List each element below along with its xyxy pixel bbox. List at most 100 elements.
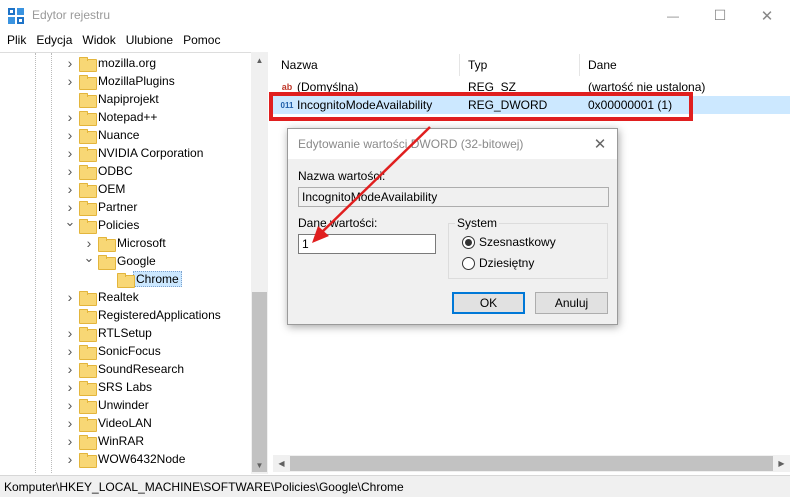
tree-item[interactable]: › ODBC [64, 162, 133, 180]
menu-favorites[interactable]: Ulubione [121, 31, 178, 51]
dialog-title-bar: Edytowanie wartości DWORD (32-bitowej) ✕ [288, 129, 617, 159]
tree-item[interactable]: › OEM [64, 180, 125, 198]
chevron-right-icon[interactable]: › [64, 144, 76, 162]
folder-icon [79, 398, 97, 414]
chevron-right-icon[interactable]: › [64, 450, 76, 468]
menu-edit[interactable]: Edycja [31, 31, 77, 51]
tree-item-label: RTLSetup [98, 326, 152, 340]
tree-item[interactable]: › SonicFocus [64, 342, 161, 360]
folder-icon [79, 290, 97, 306]
system-label: System [455, 216, 500, 230]
values-horizontal-scrollbar[interactable]: ◀ ▶ [273, 455, 790, 472]
chevron-down-icon[interactable]: ⌄ [83, 249, 95, 267]
tree-item[interactable]: › Nuance [64, 126, 139, 144]
folder-icon [79, 452, 97, 468]
folder-icon [79, 308, 97, 324]
tree-item-label: mozilla.org [98, 56, 157, 70]
registry-editor-icon [8, 8, 24, 24]
chevron-right-icon[interactable]: › [64, 342, 76, 360]
tree-item[interactable]: › MozillaPlugins [64, 72, 175, 90]
folder-icon [79, 200, 97, 216]
radio-unchecked-icon[interactable] [462, 256, 475, 270]
radio-hex-label: Szesnastkowy [479, 235, 556, 249]
chevron-right-icon[interactable]: › [64, 324, 76, 342]
chevron-right-icon[interactable]: › [64, 126, 76, 144]
folder-icon [79, 128, 97, 144]
chevron-right-icon[interactable]: › [64, 162, 76, 180]
status-bar-path: Komputer\HKEY_LOCAL_MACHINE\SOFTWARE\Pol… [0, 475, 790, 497]
maximize-button[interactable]: ☐ [697, 0, 743, 31]
menu-help[interactable]: Pomoc [178, 31, 225, 51]
tree-item[interactable]: › Unwinder [64, 396, 149, 414]
tree-item[interactable]: ⌄ Policies [64, 213, 139, 234]
folder-icon [79, 380, 97, 396]
dialog-close-icon[interactable]: ✕ [589, 133, 611, 155]
folder-icon [79, 434, 97, 450]
chevron-right-icon[interactable]: › [64, 396, 76, 414]
tree-guide-line [35, 53, 36, 473]
tree-item[interactable]: › Notepad++ [64, 108, 157, 126]
chevron-right-icon[interactable]: › [64, 378, 76, 396]
chevron-right-icon[interactable]: › [64, 108, 76, 126]
close-button[interactable]: ✕ [744, 0, 790, 31]
tree-item-selected[interactable]: Chrome [102, 270, 182, 288]
tree-item[interactable]: › Realtek [64, 288, 139, 306]
folder-icon [79, 74, 97, 90]
column-header-type[interactable]: Typ [460, 54, 580, 76]
tree-item[interactable]: › RTLSetup [64, 324, 152, 342]
menu-file[interactable]: Plik [2, 31, 31, 51]
scroll-down-icon[interactable]: ▼ [251, 457, 268, 474]
chevron-right-icon[interactable]: › [64, 72, 76, 90]
chevron-right-icon[interactable]: › [64, 288, 76, 306]
scroll-thumb[interactable] [252, 292, 267, 472]
cancel-button[interactable]: Anuluj [535, 292, 608, 314]
folder-icon [79, 146, 97, 162]
menu-view[interactable]: Widok [77, 31, 120, 51]
folder-icon [98, 254, 116, 270]
scroll-right-icon[interactable]: ▶ [773, 455, 790, 472]
folder-icon [79, 182, 97, 198]
chevron-right-icon[interactable]: › [64, 414, 76, 432]
tree-item[interactable]: › VideoLAN [64, 414, 152, 432]
tree-item[interactable]: › Microsoft [83, 234, 166, 252]
tree-item[interactable]: › NVIDIA Corporation [64, 144, 203, 162]
tree-item-label: Chrome [133, 271, 182, 287]
chevron-right-icon[interactable]: › [64, 360, 76, 378]
close-icon: ✕ [760, 7, 774, 25]
scroll-up-icon[interactable]: ▲ [251, 52, 268, 69]
tree-item[interactable]: Napiprojekt [64, 90, 159, 108]
chevron-right-icon[interactable]: › [64, 180, 76, 198]
tree-item-label: Nuance [98, 128, 140, 142]
radio-hexadecimal[interactable]: Szesnastkowy [462, 235, 556, 249]
tree-item-label: Notepad++ [98, 110, 158, 124]
annotation-highlight-box [269, 92, 693, 121]
value-data-field[interactable] [298, 234, 436, 254]
tree-item[interactable]: › WOW6432Node [64, 450, 185, 468]
maximize-icon: ☐ [713, 7, 727, 23]
column-header-data[interactable]: Dane [580, 54, 790, 76]
tree-item[interactable]: ⌄ Google [83, 249, 156, 270]
tree-item[interactable]: › WinRAR [64, 432, 144, 450]
chevron-down-icon[interactable]: ⌄ [64, 213, 76, 231]
value-name-field[interactable] [298, 187, 609, 207]
tree-vertical-scrollbar[interactable]: ▲ ▼ [251, 52, 268, 474]
radio-decimal[interactable]: Dziesiętny [462, 256, 534, 270]
ok-button[interactable]: OK [452, 292, 525, 314]
column-header-name[interactable]: Nazwa [273, 54, 460, 76]
tree-item[interactable]: RegisteredApplications [64, 306, 221, 324]
tree-item-label: NVIDIA Corporation [98, 146, 204, 160]
tree-item[interactable]: › SRS Labs [64, 378, 152, 396]
tree-item[interactable]: › SoundResearch [64, 360, 184, 378]
radio-checked-icon[interactable] [462, 235, 475, 249]
scroll-left-icon[interactable]: ◀ [273, 455, 290, 472]
chevron-right-icon[interactable]: › [64, 432, 76, 450]
value-data-label: Dane wartości: [298, 216, 378, 230]
minimize-button[interactable]: — [650, 0, 696, 31]
tree-item[interactable]: › mozilla.org [64, 54, 156, 72]
scroll-thumb[interactable] [290, 456, 773, 471]
folder-icon [79, 218, 97, 234]
chevron-right-icon[interactable]: › [64, 54, 76, 72]
registry-tree[interactable]: › mozilla.org › MozillaPlugins Napiprojekt › N… [0, 52, 268, 474]
